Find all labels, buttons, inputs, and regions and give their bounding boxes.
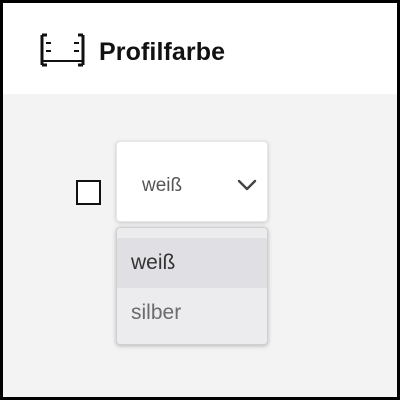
color-dropdown-menu: weiß silber <box>116 227 268 345</box>
header: Profilfarbe <box>3 3 397 94</box>
chevron-down-icon[interactable] <box>236 178 258 192</box>
profile-frame-icon <box>40 33 85 67</box>
color-select[interactable]: weiß <box>116 141 268 222</box>
option-weiss[interactable]: weiß <box>117 238 267 288</box>
option-silber[interactable]: silber <box>117 288 267 338</box>
header-title: Profilfarbe <box>99 38 226 66</box>
window-frame: Profilfarbe weiß weiß silber <box>0 0 400 400</box>
checkbox[interactable] <box>76 180 101 205</box>
select-value: weiß <box>142 175 183 196</box>
